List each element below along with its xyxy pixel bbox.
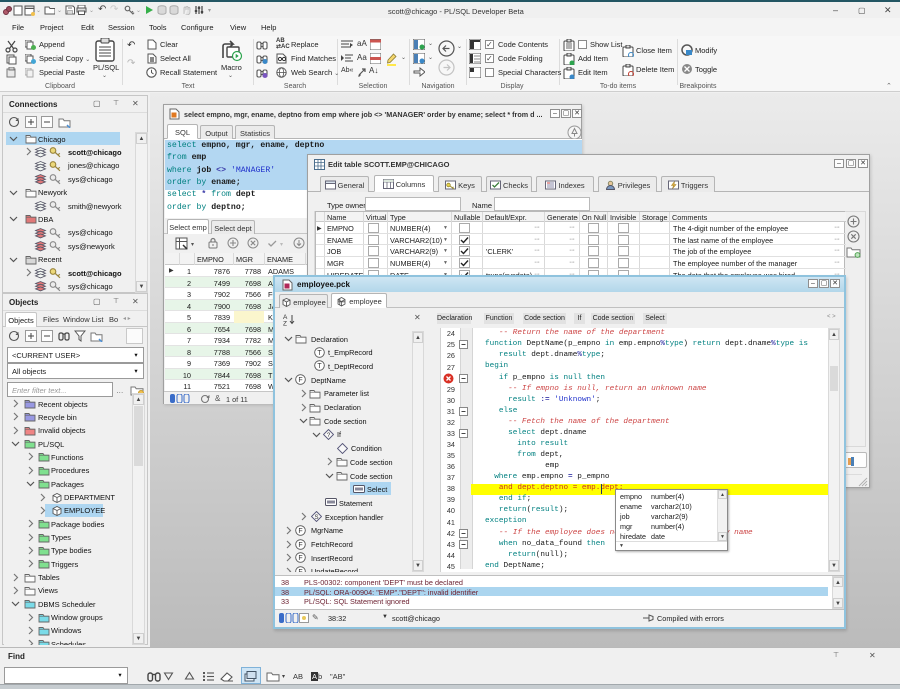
svg-text:T: T [317,363,322,370]
svg-text:F: F [298,569,302,572]
svg-text:F: F [298,542,302,549]
svg-text:F: F [298,377,302,384]
svg-text:F: F [298,528,302,535]
svg-text:T: T [317,350,322,357]
svg-text:F: F [298,555,302,562]
svg-text:Z: Z [283,321,287,327]
svg-text:S: S [314,515,318,521]
